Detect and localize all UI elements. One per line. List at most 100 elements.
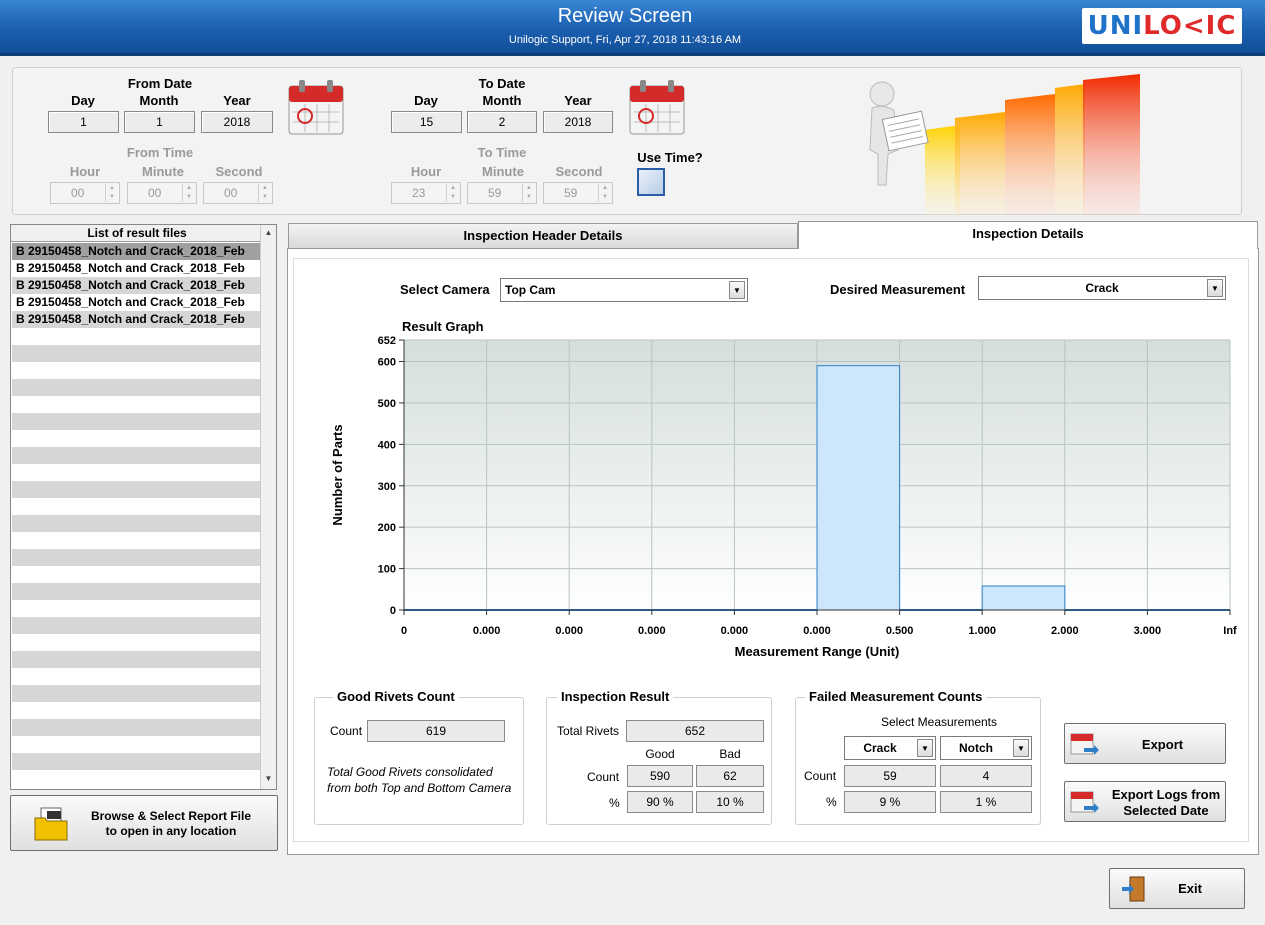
x-tick-label: 0.000 (803, 625, 831, 637)
file-list-empty-row (12, 770, 260, 787)
failed-m1-count: 59 (844, 765, 936, 787)
from-minute-spinner[interactable]: 00 ▲ ▼ (127, 182, 197, 204)
unilogic-logo: UNILO<IC (1082, 8, 1242, 44)
window-title: Review Screen (557, 5, 693, 27)
window-subtitle: Unilogic Support, Fri, Apr 27, 2018 11:4… (508, 34, 742, 46)
to-month-field[interactable]: 2 (467, 111, 537, 133)
file-list-empty-row (12, 753, 260, 770)
file-list-scrollbar[interactable]: ▲ ▼ (260, 225, 276, 789)
from-hour-spinner[interactable]: 00 ▲ ▼ (50, 182, 120, 204)
file-list-empty-row (12, 651, 260, 668)
good-rivets-title: Good Rivets Count (333, 689, 459, 704)
scroll-down-icon[interactable]: ▼ (261, 771, 276, 787)
from-second-label: Second (215, 164, 263, 179)
file-list-empty-row (12, 430, 260, 447)
export-logs-icon (1070, 791, 1099, 813)
use-time-checkbox[interactable] (637, 168, 665, 196)
to-day-field[interactable]: 15 (391, 111, 462, 133)
from-hour-label: Hour (69, 164, 101, 179)
to-year-label: Year (564, 93, 592, 108)
bad-count-value: 62 (696, 765, 764, 787)
failed-measurement-1-select[interactable]: Crack ▼ (844, 736, 936, 760)
to-second-spinner[interactable]: 59 ▲ ▼ (543, 182, 613, 204)
chevron-down-icon[interactable]: ▼ (1207, 279, 1223, 297)
spinner-arrows-icon[interactable]: ▲ ▼ (105, 184, 118, 202)
measurement-select[interactable]: Crack ▼ (978, 276, 1226, 300)
chevron-down-icon[interactable]: ▼ (1013, 739, 1029, 757)
to-minute-spinner[interactable]: 59 ▲ ▼ (467, 182, 537, 204)
chevron-down-icon[interactable]: ▼ (729, 281, 745, 299)
y-axis-label: Number of Parts (330, 424, 345, 525)
scroll-up-icon[interactable]: ▲ (261, 225, 276, 241)
export-button[interactable]: Export (1064, 723, 1226, 764)
total-rivets-value: 652 (626, 720, 764, 742)
to-time-label: To Time (477, 145, 527, 160)
file-list-item[interactable]: B 29150458_Notch and Crack_2018_Feb (12, 277, 260, 294)
to-year-field[interactable]: 2018 (543, 111, 613, 133)
good-column-label: Good (645, 747, 675, 761)
to-hour-spinner[interactable]: 23 ▲ ▼ (391, 182, 461, 204)
from-minute-label: Minute (142, 164, 184, 179)
spinner-arrows-icon[interactable]: ▲ ▼ (258, 184, 271, 202)
x-tick-label: 0.000 (638, 625, 666, 637)
to-second-label: Second (555, 164, 603, 179)
y-tick-label: 652 (378, 335, 396, 347)
spinner-arrows-icon[interactable]: ▲ ▼ (598, 184, 611, 202)
report-chart-illustration (869, 74, 1140, 215)
y-tick-label: 300 (378, 481, 396, 493)
use-time-label: Use Time? (637, 150, 703, 165)
y-tick-label: 0 (390, 605, 396, 617)
exit-button[interactable]: Exit (1109, 868, 1245, 909)
tab-inspection-header-details[interactable]: Inspection Header Details (288, 223, 798, 249)
file-list-item[interactable]: B 29150458_Notch and Crack_2018_Feb (12, 260, 260, 277)
browse-button-line1: Browse & Select Report File (90, 809, 252, 823)
failed-measurement-group: Failed Measurement Counts Select Measure… (795, 689, 1041, 825)
chevron-down-icon[interactable]: ▼ (917, 739, 933, 757)
file-list-empty-row (12, 532, 260, 549)
from-month-label: Month (139, 93, 179, 108)
failed-count-label: Count (804, 769, 837, 783)
export-logs-button[interactable]: Export Logs from Selected Date (1064, 781, 1226, 822)
from-month-field[interactable]: 1 (124, 111, 195, 133)
to-hour-label: Hour (410, 164, 442, 179)
select-camera-label: Select Camera (400, 282, 490, 297)
camera-select[interactable]: Top Cam ▼ (500, 278, 748, 302)
file-list-empty-row (12, 498, 260, 515)
total-rivets-label: Total Rivets (557, 724, 620, 738)
from-year-field[interactable]: 2018 (201, 111, 273, 133)
failed-m1-pct: 9 % (844, 791, 936, 813)
to-month-label: Month (482, 93, 522, 108)
file-list-empty-row (12, 413, 260, 430)
file-list-empty-row (12, 668, 260, 685)
from-second-spinner[interactable]: 00 ▲ ▼ (203, 182, 273, 204)
y-tick-label: 500 (378, 398, 396, 410)
from-day-field[interactable]: 1 (48, 111, 119, 133)
exit-button-label: Exit (1178, 881, 1202, 896)
browse-report-file-button[interactable]: Browse & Select Report File to open in a… (10, 795, 278, 851)
file-list-empty-row (12, 685, 260, 702)
tab-inspection-details[interactable]: Inspection Details (798, 221, 1258, 249)
file-list-empty-row (12, 566, 260, 583)
result-file-list[interactable]: List of result files B 29150458_Notch an… (10, 224, 277, 790)
x-tick-label: Inf (1223, 625, 1237, 637)
file-list-item[interactable]: B 29150458_Notch and Crack_2018_Feb (12, 243, 260, 260)
x-tick-label: 0 (401, 625, 407, 637)
export-logs-line1: Export Logs from (1111, 787, 1221, 802)
from-calendar-icon[interactable] (287, 78, 345, 136)
x-axis-label: Measurement Range (Unit) (735, 644, 900, 659)
file-list-empty-row (12, 719, 260, 736)
good-pct-value: 90 % (627, 791, 693, 813)
good-rivets-count: 619 (367, 720, 505, 742)
file-list-item[interactable]: B 29150458_Notch and Crack_2018_Feb (12, 311, 260, 328)
export-logs-line2: Selected Date (1123, 803, 1209, 818)
file-list-empty-row (12, 379, 260, 396)
spinner-arrows-icon[interactable]: ▲ ▼ (182, 184, 195, 202)
spinner-arrows-icon[interactable]: ▲ ▼ (446, 184, 459, 202)
failed-measurement-2-select[interactable]: Notch ▼ (940, 736, 1032, 760)
file-list-item[interactable]: B 29150458_Notch and Crack_2018_Feb (12, 294, 260, 311)
good-count-label: Count (330, 724, 363, 738)
spinner-arrows-icon[interactable]: ▲ ▼ (522, 184, 535, 202)
to-calendar-icon[interactable] (628, 78, 686, 136)
result-graph: Result Graph 0 100 200 300 400 500 600 652 0 0.0… (330, 319, 1237, 659)
from-time-label: From Time (126, 145, 194, 160)
